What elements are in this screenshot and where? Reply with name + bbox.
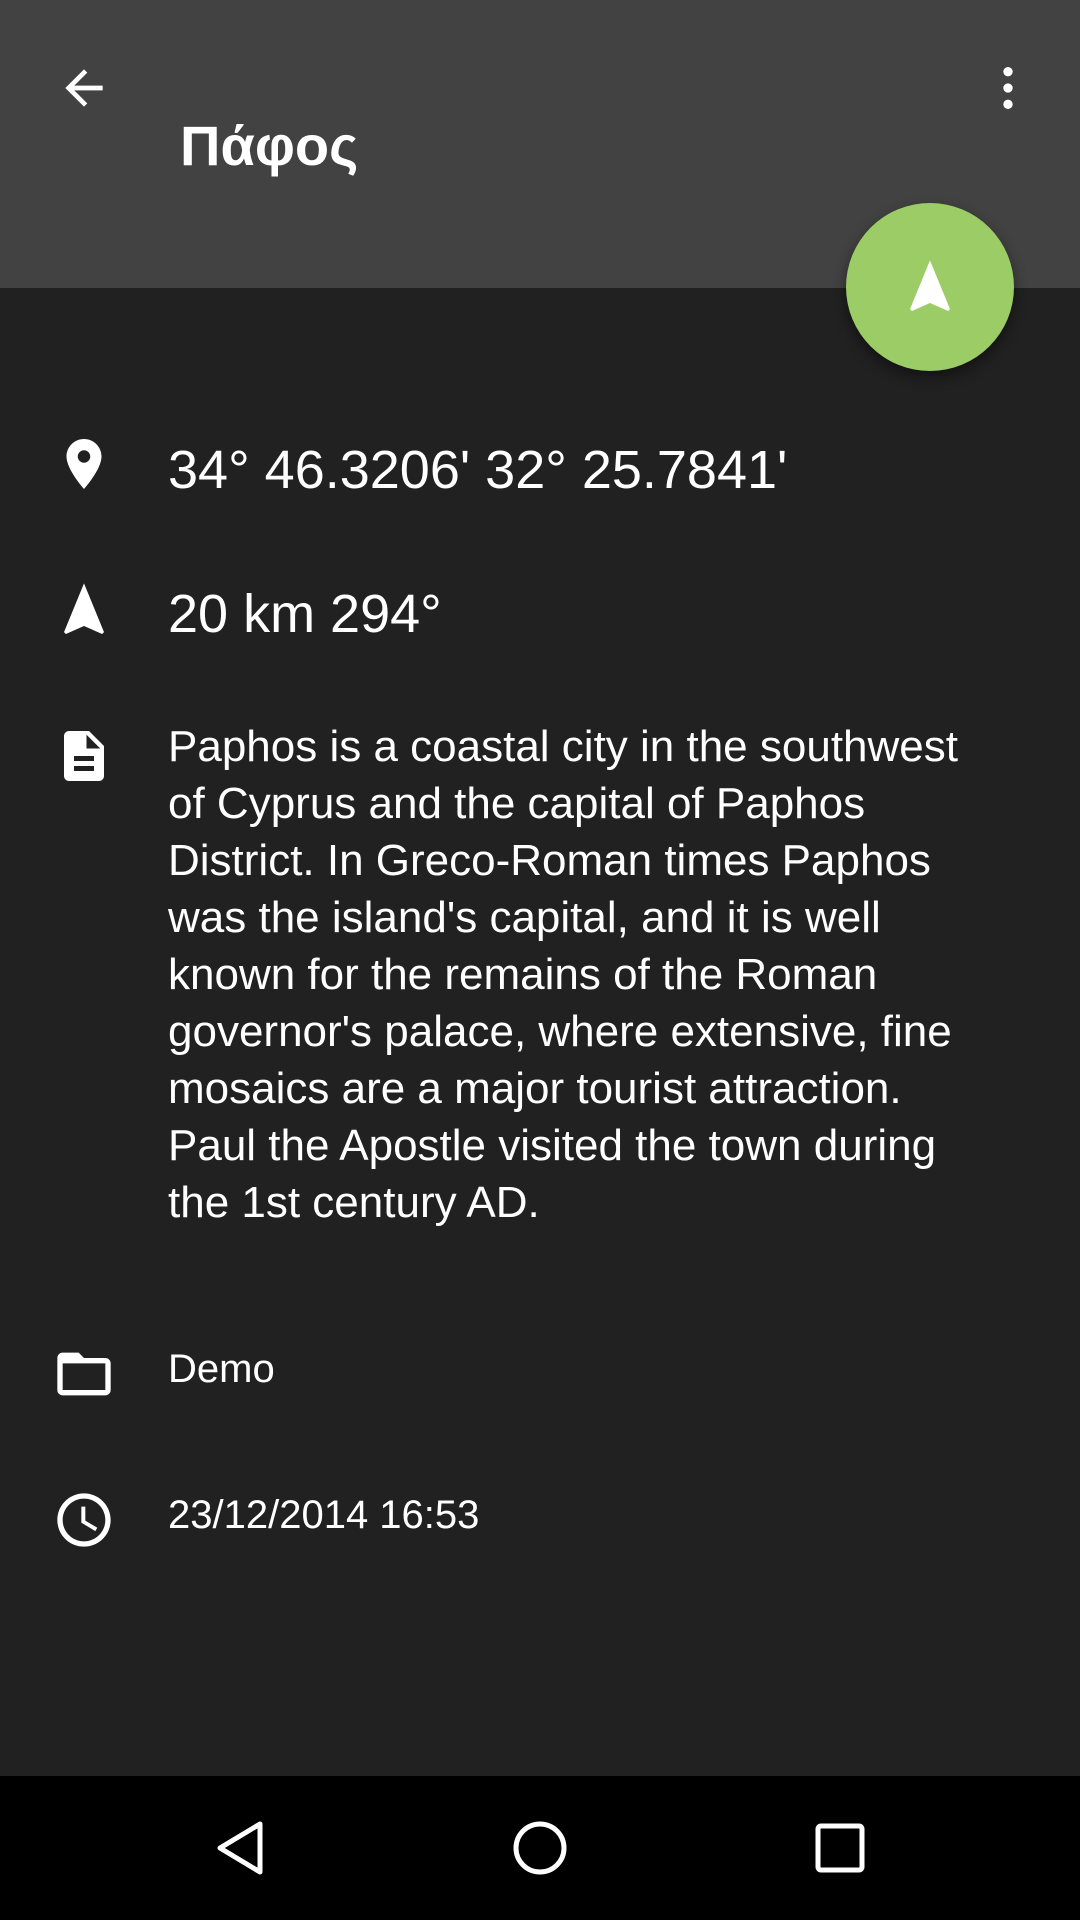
- folder-icon: [48, 1338, 120, 1410]
- nav-recents-icon: [815, 1823, 865, 1873]
- more-vert-icon: [1003, 67, 1013, 109]
- navigation-icon: [48, 574, 120, 646]
- location-pin-icon: [48, 428, 120, 500]
- screen: Πάφος 34° 46.3206' 32° 25.7841' 20 km 29…: [0, 0, 1080, 1920]
- coordinates-text: 34° 46.3206' 32° 25.7841': [168, 440, 788, 500]
- timestamp-text: 23/12/2014 16:53: [168, 1493, 480, 1537]
- description-text: Paphos is a coastal city in the southwes…: [168, 722, 958, 1227]
- navigation-arrow-icon: [910, 260, 950, 311]
- navigate-fab[interactable]: [846, 203, 1014, 371]
- page-title: Πάφος: [180, 114, 359, 177]
- folder-name-text: Demo: [168, 1347, 275, 1391]
- back-button[interactable]: [40, 44, 128, 132]
- overflow-menu-button[interactable]: [964, 44, 1052, 132]
- arrow-back-icon: [65, 69, 103, 107]
- system-nav-bar: [0, 1776, 1080, 1920]
- nav-back-icon: [217, 1821, 263, 1875]
- nav-back-button[interactable]: [180, 1792, 300, 1904]
- clock-icon: [48, 1484, 120, 1556]
- nav-recents-button[interactable]: [780, 1792, 900, 1904]
- nav-home-icon: [513, 1821, 567, 1875]
- document-icon: [48, 720, 120, 792]
- nav-home-button[interactable]: [480, 1792, 600, 1904]
- distance-bearing-text: 20 km 294°: [168, 584, 442, 644]
